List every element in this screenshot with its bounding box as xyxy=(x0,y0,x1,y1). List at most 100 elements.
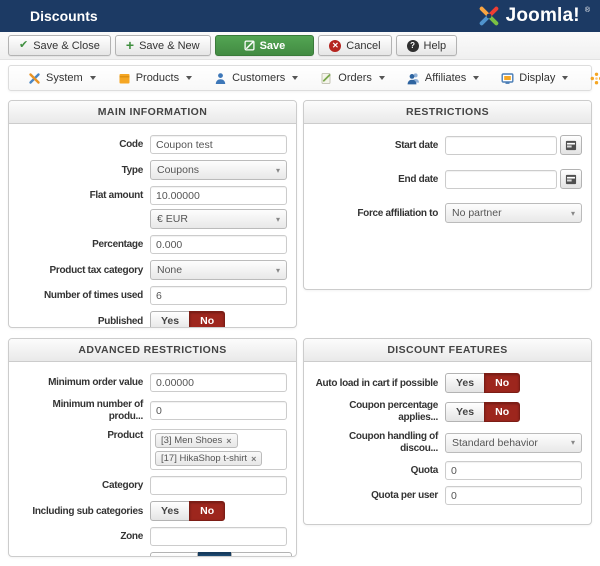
panel-title: ADVANCED RESTRICTIONS xyxy=(9,339,296,362)
type-select-value: Coupons xyxy=(157,164,200,176)
product-tax-category-label: Product tax category xyxy=(49,264,144,276)
content-area: MAIN INFORMATION Code Type Coupons ▾ xyxy=(0,91,600,557)
chevron-down-icon xyxy=(292,76,299,80)
remove-tag-icon[interactable]: × xyxy=(251,454,256,464)
menu-item-display[interactable]: Display xyxy=(490,66,579,90)
select-caret-icon: ▾ xyxy=(275,214,280,224)
remove-tag-icon[interactable]: × xyxy=(226,436,231,446)
quota-per-user-input[interactable] xyxy=(445,486,582,505)
product-tag[interactable]: [17] HikaShop t-shirt × xyxy=(155,451,263,466)
quota-label: Quota xyxy=(410,465,439,476)
save-close-button[interactable]: ✔ Save & Close xyxy=(8,35,111,56)
min-products-input[interactable] xyxy=(150,401,287,420)
force-affiliation-value: No partner xyxy=(452,207,502,219)
panel-discount-features: DISCOUNT FEATURES Auto load in cart if p… xyxy=(303,338,592,525)
panel-advanced-restrictions: ADVANCED RESTRICTIONS Minimum order valu… xyxy=(8,338,297,557)
calendar-icon xyxy=(565,174,577,185)
select-caret-icon: ▾ xyxy=(570,208,575,218)
coupon-percentage-no-button[interactable]: No xyxy=(484,401,521,422)
auto-load-yes-button[interactable]: Yes xyxy=(445,373,486,393)
coupon-percentage-yes-button[interactable]: Yes xyxy=(445,401,486,422)
type-label: Type xyxy=(121,164,144,176)
menu-item-customers[interactable]: Customers xyxy=(203,66,309,90)
times-used-input[interactable] xyxy=(150,286,287,305)
access-all-button[interactable]: all xyxy=(198,552,232,556)
code-input[interactable] xyxy=(150,135,287,154)
percentage-input[interactable] xyxy=(150,235,287,254)
access-level-label: Access level xyxy=(18,557,150,558)
select-caret-icon: ▾ xyxy=(275,165,280,175)
customers-icon xyxy=(214,72,227,85)
product-tag[interactable]: [3] Men Shoes × xyxy=(155,433,238,448)
flat-amount-input[interactable] xyxy=(150,186,287,205)
access-custom-button[interactable]: Custom xyxy=(230,552,293,556)
menu-item-label: Orders xyxy=(338,72,372,84)
product-tag-label: [17] HikaShop t-shirt xyxy=(161,453,248,464)
coupon-handling-label: Coupon handling of discou... xyxy=(348,431,438,454)
save-close-label: Save & Close xyxy=(33,39,100,52)
chevron-down-icon xyxy=(89,76,96,80)
force-affiliation-label: Force affiliation to xyxy=(357,207,438,219)
save-button[interactable]: Save xyxy=(214,35,315,56)
end-date-input[interactable] xyxy=(445,169,557,189)
start-date-calendar-button[interactable] xyxy=(560,135,582,155)
published-label: Published xyxy=(97,315,143,327)
coupon-handling-value: Standard behavior xyxy=(452,436,538,449)
min-products-label: Minimum number of produ... xyxy=(52,399,144,422)
min-order-value-input[interactable] xyxy=(150,373,287,392)
menu-item-orders[interactable]: Orders xyxy=(309,66,396,90)
menu-item-products[interactable]: Products xyxy=(107,66,203,90)
published-toggle: Yes No xyxy=(150,311,226,327)
cancel-button[interactable]: ✕ Cancel xyxy=(318,35,392,56)
type-select[interactable]: Coupons ▾ xyxy=(150,160,287,180)
sub-categories-label: Including sub categories xyxy=(32,505,143,517)
end-date-calendar-button[interactable] xyxy=(560,169,582,189)
published-yes-button[interactable]: Yes xyxy=(150,311,191,327)
cancel-label: Cancel xyxy=(346,39,381,52)
cancel-icon: ✕ xyxy=(329,39,342,52)
start-date-input[interactable] xyxy=(445,135,557,155)
menu-item-documentation[interactable]: Documentation xyxy=(579,66,600,90)
start-date-label: Start date xyxy=(394,139,438,151)
category-input[interactable] xyxy=(150,476,287,495)
orders-icon xyxy=(320,72,333,85)
coupon-percentage-label: Coupon percentage applies... xyxy=(349,400,438,423)
product-tag-box[interactable]: [3] Men Shoes × [17] HikaShop t-shirt × xyxy=(150,429,287,470)
menu-item-system[interactable]: System xyxy=(17,66,107,90)
sub-categories-yes-button[interactable]: Yes xyxy=(150,501,191,521)
save-label: Save xyxy=(259,39,286,52)
menu-item-label: Customers xyxy=(232,72,286,84)
percentage-label: Percentage xyxy=(92,239,143,250)
published-no-button[interactable]: No xyxy=(189,311,226,327)
menu-item-affiliates[interactable]: Affiliates xyxy=(396,66,490,90)
sub-categories-toggle: Yes No xyxy=(150,501,226,521)
sub-categories-no-button[interactable]: No xyxy=(189,501,226,521)
quota-input[interactable] xyxy=(445,461,582,480)
coupon-handling-select[interactable]: Standard behavior ▾ xyxy=(445,432,582,453)
zone-input[interactable] xyxy=(150,527,287,546)
menu-item-label: Display xyxy=(519,72,556,84)
help-button[interactable]: ? Help xyxy=(395,35,458,56)
component-menubar: System Products Customers Orders Affilia… xyxy=(8,65,600,91)
panel-row-1: MAIN INFORMATION Code Type Coupons ▾ xyxy=(8,100,592,328)
auto-load-toggle: Yes No xyxy=(445,373,521,393)
access-none-button[interactable]: None xyxy=(150,552,199,556)
auto-load-no-button[interactable]: No xyxy=(484,373,521,393)
currency-select[interactable]: € EUR ▾ xyxy=(150,209,287,229)
force-affiliation-select[interactable]: No partner ▾ xyxy=(445,203,582,223)
menu-item-label: Affiliates xyxy=(424,72,467,84)
documentation-icon xyxy=(590,72,600,85)
select-caret-icon: ▾ xyxy=(275,265,280,275)
currency-select-value: € EUR xyxy=(157,213,188,225)
joomla-logo: Joomla! ® xyxy=(477,4,590,28)
save-new-button[interactable]: + Save & New xyxy=(114,35,211,56)
toolbar: ✔ Save & Close + Save & New Save ✕ Cance… xyxy=(0,32,600,60)
panel-main-information: MAIN INFORMATION Code Type Coupons ▾ xyxy=(8,100,297,328)
product-tax-category-select[interactable]: None ▾ xyxy=(150,260,287,280)
chevron-down-icon xyxy=(186,76,193,80)
zone-label: Zone xyxy=(120,531,143,542)
check-icon: ✔ xyxy=(19,39,29,51)
select-caret-icon: ▾ xyxy=(570,438,575,447)
category-label: Category xyxy=(102,480,143,491)
system-icon xyxy=(28,72,41,85)
